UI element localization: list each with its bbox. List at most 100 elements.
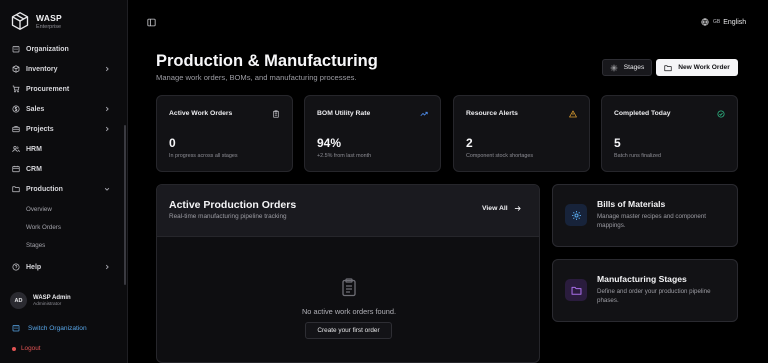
folder-icon [12,186,20,193]
sidebar-item-organization[interactable]: Organization [12,42,112,56]
empty-state-text: No active work orders found. [301,307,397,316]
create-first-order-button[interactable]: Create your first order [305,322,392,339]
bom-icon-tile [565,204,587,226]
sidebar-item-production[interactable]: Production [12,182,112,196]
stages-icon-tile [565,279,587,301]
stat-subtext: In progress across all stages [169,153,238,159]
orders-subtitle: Real-time manufacturing pipeline trackin… [169,213,287,220]
users-icon [12,146,20,153]
stat-card-resource-alerts[interactable]: Resource Alerts 2 Component stock shorta… [453,95,590,172]
chevron-right-icon [105,66,109,72]
sidebar-item-sales[interactable]: Sales [12,102,112,116]
sidebar-item-hrm[interactable]: HRM [12,142,112,156]
warning-icon [569,110,577,118]
orders-panel-header: Active Production Orders Real-time manuf… [157,185,539,237]
sidebar-item-label: HRM [26,145,42,153]
logout-button[interactable]: Logout [12,345,41,352]
user-role: Administrator [33,301,62,307]
stat-title: Active Work Orders [169,110,233,117]
sidebar-item-inventory[interactable]: Inventory [12,62,112,76]
stat-title: Resource Alerts [466,110,518,117]
folder-icon [571,286,581,295]
contact-icon [12,165,20,173]
user-profile[interactable]: AD WASP Admin Administrator [10,292,71,309]
view-all-link[interactable]: View All [482,205,521,212]
feature-description: Manage master recipes and component mapp… [597,213,707,229]
switch-organization-button[interactable]: Switch Organization [12,324,87,332]
feature-description: Define and order your production pipelin… [597,288,711,304]
folder-icon [664,64,672,71]
user-name: WASP Admin [33,294,71,301]
sidebar-item-label: Help [26,263,42,271]
sidebar: WASP Enterprise Organization Inventory P… [0,0,128,363]
sidebar-subitem-stages[interactable]: Stages [26,242,45,249]
help-icon [12,263,20,271]
view-all-label: View All [482,205,508,212]
sidebar-item-label: Inventory [26,65,58,73]
sidebar-item-procurement[interactable]: Procurement [12,82,112,96]
stat-value: 94% [317,136,342,150]
sidebar-item-projects[interactable]: Projects [12,122,112,136]
stat-subtext: Batch runs finalized [614,153,662,159]
stat-subtext: +2.5% from last month [317,153,372,159]
new-work-order-label: New Work Order [678,64,730,71]
gear-icon [571,210,581,220]
stages-button[interactable]: Stages [602,59,652,76]
active-production-orders-panel: Active Production Orders Real-time manuf… [156,184,540,363]
sidebar-item-label: Projects [26,125,54,133]
orders-title: Active Production Orders [169,199,297,211]
logout-icon [12,346,16,351]
page-title: Production & Manufacturing [156,52,378,70]
globe-icon [701,18,709,26]
stat-title: BOM Utility Rate [317,110,371,117]
brand-subtitle: Enterprise [36,23,62,30]
sidebar-subitem-work-orders[interactable]: Work Orders [26,224,61,231]
stat-value: 0 [169,136,176,150]
language-label: English [723,18,747,26]
stat-card-bom-utility-rate[interactable]: BOM Utility Rate 94% +2.5% from last mon… [304,95,441,172]
stat-card-completed-today[interactable]: Completed Today 5 Batch runs finalized [601,95,738,172]
clipboard-icon [342,278,356,297]
briefcase-icon [12,126,20,133]
switch-organization-label: Switch Organization [28,324,87,332]
sidebar-item-label: Sales [26,105,45,113]
trending-up-icon [420,111,428,117]
stat-value: 2 [466,136,473,150]
sidebar-item-crm[interactable]: CRM [12,162,112,176]
bills-of-materials-card[interactable]: Bills of Materials Manage master recipes… [552,184,738,247]
gear-icon [610,64,617,71]
brand-name: WASP [36,12,62,23]
stat-card-active-work-orders[interactable]: Active Work Orders 0 In progress across … [156,95,293,172]
box-icon [12,65,20,73]
sidebar-item-label: Production [26,185,63,193]
new-work-order-button[interactable]: New Work Order [656,59,738,76]
chevron-down-icon [104,187,110,191]
cart-icon [12,85,20,93]
language-selector[interactable]: GB English [701,18,746,26]
stat-subtext: Component stock shortages [466,153,534,159]
logout-label: Logout [21,345,41,352]
sidebar-toggle-icon[interactable] [147,18,156,27]
stages-button-label: Stages [623,64,645,71]
sidebar-scrollbar[interactable] [124,125,126,285]
sidebar-subitem-overview[interactable]: Overview [26,206,52,213]
arrow-right-icon [514,206,521,211]
cube-logo-icon [11,12,29,31]
brand[interactable]: WASP Enterprise [10,11,62,31]
page-subtitle: Manage work orders, BOMs, and manufactur… [156,73,357,82]
sidebar-item-label: Organization [26,45,69,53]
check-circle-icon [717,110,725,118]
dollar-icon [12,105,20,113]
sidebar-item-help[interactable]: Help [12,260,112,274]
avatar: AD [10,292,27,309]
building-icon [12,46,20,53]
manufacturing-stages-card[interactable]: Manufacturing Stages Define and order yo… [552,259,738,322]
feature-title: Bills of Materials [597,199,666,209]
building-icon [12,325,20,332]
chevron-right-icon [105,126,109,132]
clipboard-icon [273,110,279,118]
feature-title: Manufacturing Stages [597,274,687,284]
chevron-right-icon [105,264,109,270]
language-code: GB [713,19,721,25]
stat-title: Completed Today [614,110,671,117]
